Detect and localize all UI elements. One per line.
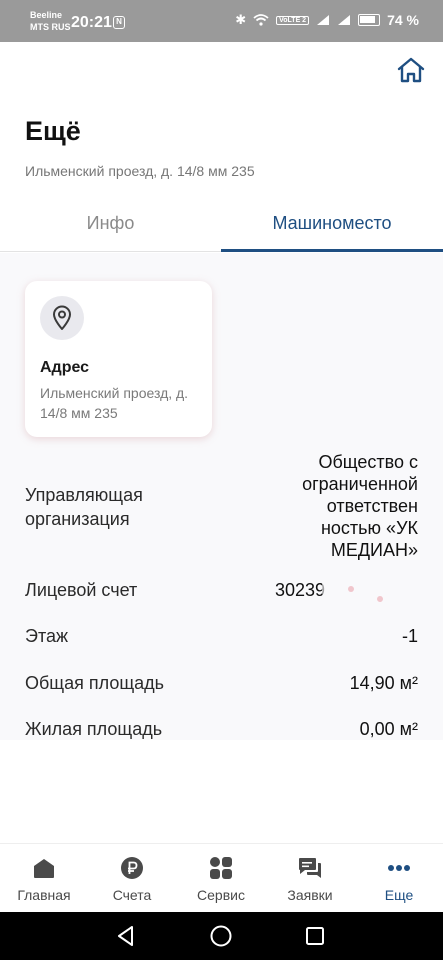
page-subtitle: Ильменский проезд, д. 14/8 мм 235 [25,163,255,179]
nav-service-label: Сервис [197,887,245,903]
nav-bills-label: Счета [112,887,152,903]
back-triangle-icon[interactable] [114,924,138,948]
management-org-value: Общество с ограниченной ответствен ность… [302,452,418,560]
nav-bills[interactable]: Счета [88,844,176,913]
total-area-value: 14,90 м² [349,673,418,693]
nav-more-label: Еще [384,887,414,903]
tab-parking-space[interactable]: Машиноместо [221,196,443,252]
floor-label: Этаж [25,626,69,646]
management-org-row: Управляющая организация Общество с огран… [25,451,418,563]
address-card-title: Адрес [40,359,90,376]
redaction-dot [377,596,383,602]
address-card[interactable]: Адрес Ильменский проезд, д. 14/8 мм 235 [25,281,212,437]
page-title: Ещё [25,116,81,146]
nav-requests-label: Заявки [287,887,333,903]
battery-icon [358,14,381,26]
tab-bar: Инфо Машиноместо [0,196,443,252]
bottom-navigation: Главная Счета Сервис Заявки Еще [0,843,443,912]
wifi-icon [253,14,269,26]
more-dots-icon [388,865,410,871]
nav-home-label: Главная [17,887,71,903]
recents-square-icon[interactable] [303,924,327,948]
location-pin-icon [40,296,84,340]
status-bar: Beeline MTS RUS 20:21 N ✱ VoLTE 2 74 % [0,0,443,42]
status-time: 20:21 [71,14,112,31]
redaction-dot [348,586,354,592]
total-area-label: Общая площадь [25,673,165,693]
address-card-text: Ильменский проезд, д. 14/8 мм 235 [40,385,189,421]
carrier-2: MTS RUS [30,22,71,32]
chat-icon [299,858,321,878]
main-content: Адрес Ильменский проезд, д. 14/8 мм 235 … [0,253,443,740]
tab-info[interactable]: Инфо [0,196,221,252]
home-button[interactable] [396,56,428,86]
living-area-value: 0,00 м² [359,719,418,739]
system-navigation-bar [0,912,443,960]
carrier-1: Beeline [30,10,63,20]
grid-icon [210,857,232,879]
ruble-icon [121,857,143,879]
status-icons: ✱ VoLTE 2 74 % [235,12,419,28]
home-circle-icon[interactable] [209,924,233,948]
nav-requests[interactable]: Заявки [266,844,354,913]
signal-icon-2 [338,15,351,25]
account-value: 30239 [275,580,326,600]
account-label: Лицевой счет [25,580,138,600]
signal-icon-1 [317,15,330,25]
nfc-icon: N [113,16,125,29]
home-icon [34,859,54,878]
account-redaction [322,576,402,600]
carrier-info: Beeline MTS RUS [30,9,71,33]
nav-service[interactable]: Сервис [177,844,265,913]
nav-home[interactable]: Главная [0,844,88,913]
nav-more[interactable]: Еще [355,844,443,913]
bluetooth-icon: ✱ [235,12,247,27]
battery-percent: 74 % [387,12,419,28]
management-org-label: Управляющая организация [25,485,143,529]
volte-icon: VoLTE 2 [276,15,310,25]
living-area-label: Жилая площадь [25,719,163,739]
floor-value: -1 [401,626,418,646]
home-icon [397,57,425,83]
